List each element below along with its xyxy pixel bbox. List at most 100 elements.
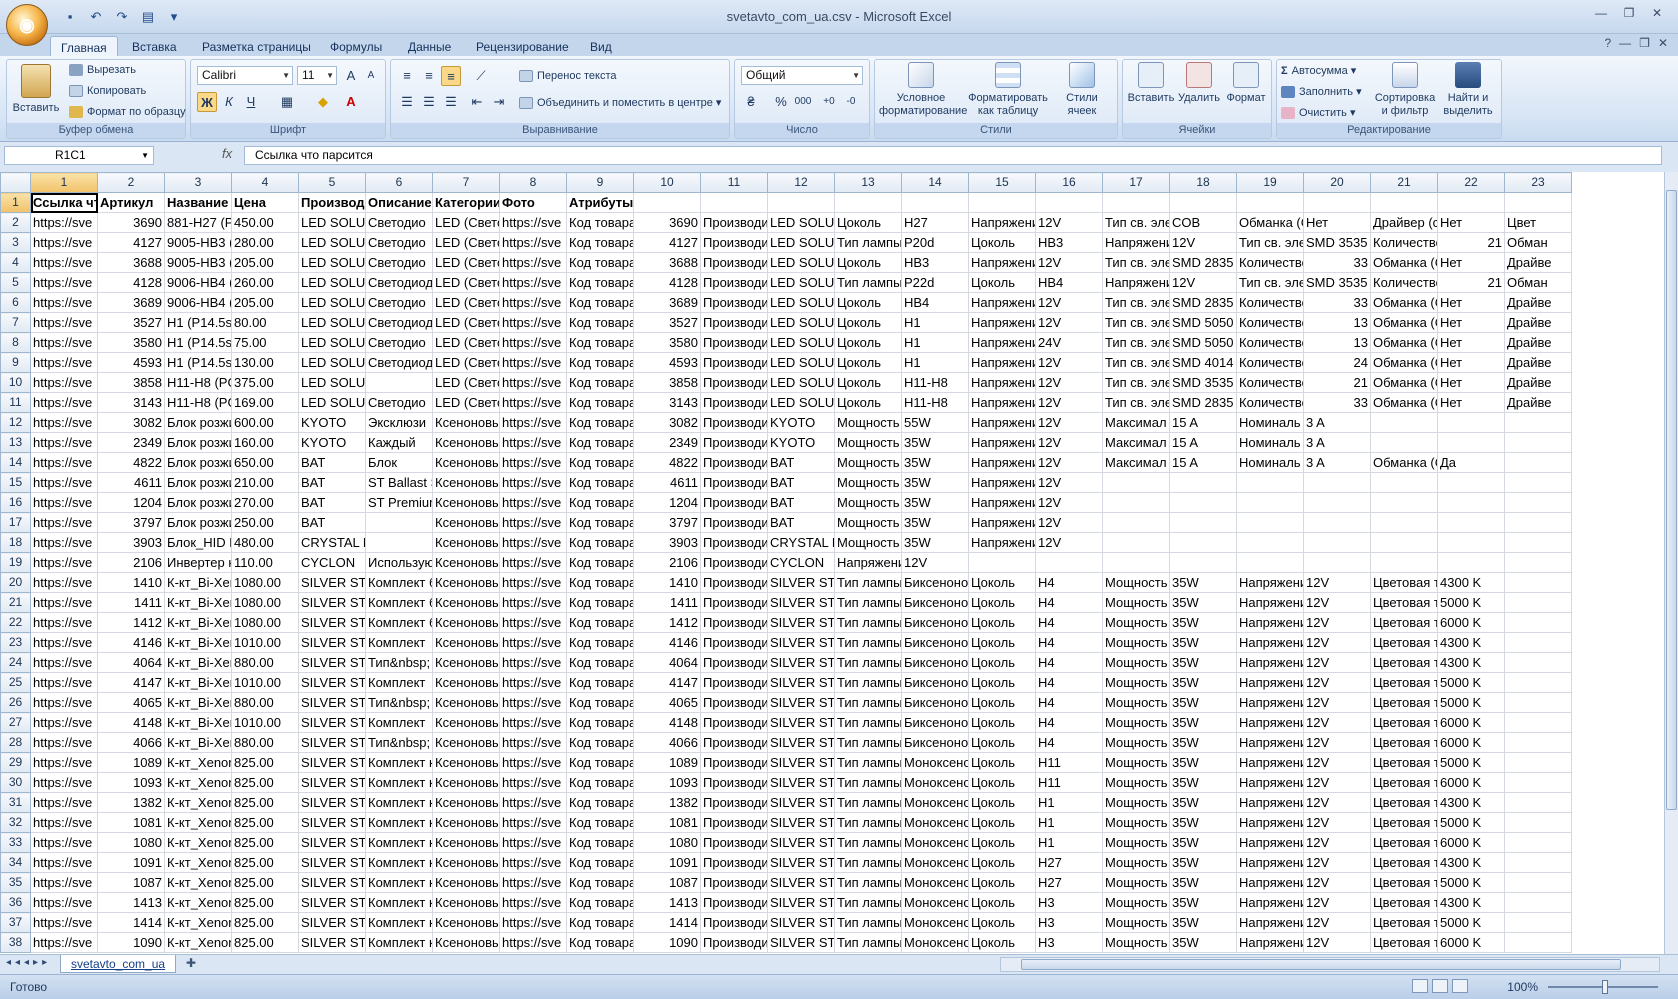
cell[interactable]: Тип&nbsp; xyxy=(365,732,433,753)
cell[interactable]: Производи xyxy=(700,812,768,833)
cell[interactable]: LED SOLUTI xyxy=(767,272,835,293)
column-header[interactable]: 4 xyxy=(231,172,299,193)
cell[interactable]: Моноксено xyxy=(901,812,969,833)
cell[interactable]: Ксеноновы xyxy=(432,672,500,693)
cell[interactable]: Производи xyxy=(700,432,768,453)
cell[interactable]: HB3 xyxy=(1035,232,1103,253)
cell[interactable]: 4822 xyxy=(633,452,701,473)
row-header[interactable]: 11 xyxy=(0,392,31,413)
cell[interactable]: H4 xyxy=(1035,572,1103,593)
cell[interactable]: Ксеноновы xyxy=(432,692,500,713)
row-header[interactable]: 6 xyxy=(0,292,31,313)
cell[interactable]: 12V xyxy=(1303,592,1371,613)
cell[interactable]: Код товара xyxy=(566,912,634,933)
cell[interactable]: 35W xyxy=(1169,792,1237,813)
cell[interactable]: Ксеноновы xyxy=(432,852,500,873)
cell[interactable]: Комплект к xyxy=(365,772,433,793)
cell[interactable]: 35W xyxy=(1169,812,1237,833)
cell[interactable]: 880.00 xyxy=(231,652,299,673)
cell[interactable]: Производи xyxy=(700,312,768,333)
cell[interactable]: SILVER STA xyxy=(298,692,366,713)
cell[interactable]: 3580 xyxy=(97,332,165,353)
cell[interactable]: Мощность xyxy=(834,492,902,513)
cell[interactable]: 825.00 xyxy=(231,892,299,913)
cell[interactable]: LED (Светод xyxy=(432,212,500,233)
cell[interactable]: Тип св. эле xyxy=(1102,352,1170,373)
decrease-indent-icon[interactable]: ⇤ xyxy=(467,92,487,112)
cell[interactable]: Напряжени xyxy=(1236,592,1304,613)
cell[interactable]: https://sve xyxy=(30,912,98,933)
cell[interactable]: 6000 K xyxy=(1437,712,1505,733)
cell[interactable]: Светодиод xyxy=(365,312,433,333)
cell[interactable]: 35W xyxy=(1169,892,1237,913)
horizontal-scrollbar[interactable] xyxy=(1000,957,1660,972)
cell[interactable]: LED (Светод xyxy=(432,352,500,373)
cell[interactable]: https://sve xyxy=(30,552,98,573)
cell[interactable]: Цоколь xyxy=(834,312,902,333)
cell[interactable]: Мощность xyxy=(1102,632,1170,653)
cell[interactable] xyxy=(1370,532,1438,553)
cell[interactable]: Код товара xyxy=(566,652,634,673)
cell[interactable] xyxy=(1504,792,1572,813)
cell[interactable]: Комплект к xyxy=(365,912,433,933)
cell[interactable]: Цветовая т xyxy=(1370,872,1438,893)
cell[interactable]: Ксеноновы xyxy=(432,452,500,473)
cell[interactable] xyxy=(633,192,701,213)
column-header[interactable]: 22 xyxy=(1437,172,1505,193)
cell[interactable]: 12V xyxy=(1303,792,1371,813)
cell[interactable]: Мощность xyxy=(1102,872,1170,893)
cell[interactable]: Комплект к xyxy=(365,752,433,773)
cell[interactable]: Производи xyxy=(700,492,768,513)
cell[interactable]: 4300 K xyxy=(1437,852,1505,873)
cell[interactable]: 4148 xyxy=(633,712,701,733)
restore-icon[interactable]: ❐ xyxy=(1616,4,1642,22)
cell[interactable]: LED SOLUTI xyxy=(298,292,366,313)
cell[interactable]: 5000 K xyxy=(1437,872,1505,893)
page-break-icon[interactable] xyxy=(1452,979,1468,993)
cell[interactable]: LED SOLUTI xyxy=(767,352,835,373)
cell[interactable]: 600.00 xyxy=(231,412,299,433)
cell[interactable]: 880.00 xyxy=(231,732,299,753)
cell[interactable]: Цоколь xyxy=(834,352,902,373)
cell[interactable]: https://sve xyxy=(499,212,567,233)
cell[interactable]: 1089 xyxy=(97,752,165,773)
cell[interactable]: Обманка (С xyxy=(1370,292,1438,313)
cell[interactable]: LED SOLUTI xyxy=(767,332,835,353)
cell[interactable]: Код товара xyxy=(566,552,634,573)
cell[interactable]: LED (Светод xyxy=(432,232,500,253)
cell[interactable]: 1204 xyxy=(97,492,165,513)
cell[interactable]: SILVER STA xyxy=(767,772,835,793)
cell[interactable]: H11-H8 xyxy=(901,372,969,393)
cell[interactable]: Цветовая т xyxy=(1370,712,1438,733)
cell[interactable]: https://sve xyxy=(30,352,98,373)
cell[interactable]: 4128 xyxy=(633,272,701,293)
italic-button[interactable]: К xyxy=(219,92,239,112)
cell[interactable]: 33 xyxy=(1303,292,1371,313)
cell[interactable]: 169.00 xyxy=(231,392,299,413)
cell[interactable]: 205.00 xyxy=(231,252,299,273)
format-painter-button[interactable]: Формат по образцу xyxy=(69,106,186,119)
cell[interactable]: Моноксено xyxy=(901,912,969,933)
cell[interactable]: Код товара xyxy=(566,812,634,833)
cell[interactable]: 12V xyxy=(1303,892,1371,913)
cell[interactable]: 4146 xyxy=(97,632,165,653)
cell[interactable]: Нет xyxy=(1437,352,1505,373)
cell[interactable]: H4 xyxy=(1035,632,1103,653)
find-select-button[interactable]: Найти и выделить xyxy=(1437,62,1499,118)
cell[interactable]: LED SOLUTI xyxy=(767,392,835,413)
cell[interactable]: 4593 xyxy=(633,352,701,373)
cell[interactable]: Код товара xyxy=(566,412,634,433)
row-header[interactable]: 23 xyxy=(0,632,31,653)
cell[interactable]: 1204 xyxy=(633,492,701,513)
cell[interactable]: Категории xyxy=(432,192,500,213)
cell[interactable]: 35W xyxy=(1169,772,1237,793)
cell[interactable]: Номиналь xyxy=(1236,412,1304,433)
cell[interactable]: https://sve xyxy=(30,532,98,553)
cell[interactable]: P22d xyxy=(901,272,969,293)
cell[interactable]: Тип св. эле xyxy=(1102,392,1170,413)
row-header[interactable]: 26 xyxy=(0,692,31,713)
cell[interactable]: SMD 3535 xyxy=(1169,372,1237,393)
cell[interactable]: Производи xyxy=(700,412,768,433)
cell[interactable]: Производи xyxy=(700,372,768,393)
cell[interactable]: 260.00 xyxy=(231,272,299,293)
